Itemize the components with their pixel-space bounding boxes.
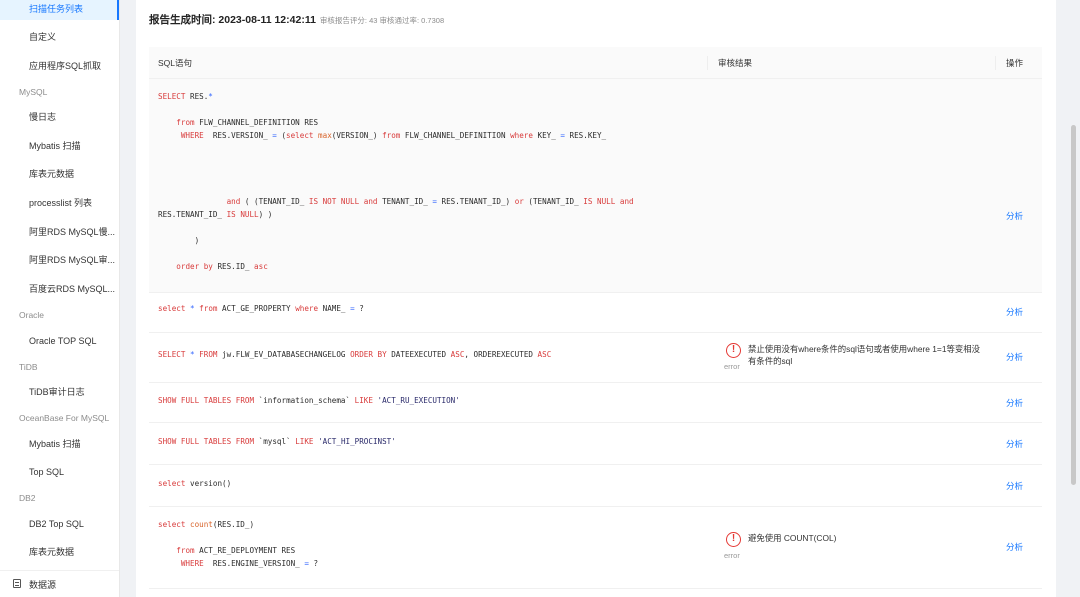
- sidebar-item[interactable]: 阿里RDS MySQL审...: [29, 254, 115, 266]
- audit-table: SQL语句 审核结果 操作 SELECT RES.* from FLW_CHAN…: [149, 47, 1042, 589]
- table-row: select count(RES.ID_) from ACT_RE_DEPLOY…: [149, 507, 1042, 589]
- analyze-link[interactable]: 分析: [1006, 481, 1023, 492]
- table-header: SQL语句 审核结果 操作: [149, 47, 1042, 79]
- analyze-link[interactable]: 分析: [1006, 211, 1023, 222]
- table-row: SELECT RES.* from FLW_CHANNEL_DEFINITION…: [149, 79, 1042, 293]
- sidebar-group-label: DB2: [19, 493, 36, 503]
- error-message: 禁止使用没有where条件的sql语句或者使用where 1=1等变相没有条件的…: [748, 344, 980, 366]
- sidebar-item[interactable]: 库表元数据: [29, 168, 74, 180]
- sql-statement: SELECT RES.* from FLW_CHANNEL_DEFINITION…: [158, 92, 634, 272]
- analyze-link[interactable]: 分析: [1006, 398, 1023, 409]
- sidebar-item[interactable]: Oracle TOP SQL: [29, 335, 97, 347]
- table-row: SELECT * FROM jw.FLW_EV_DATABASECHANGELO…: [149, 333, 1042, 383]
- report-header: 报告生成时间: 2023-08-11 12:42:11 审核报告评分: 43 审核…: [149, 10, 444, 28]
- sidebar-group-label: MySQL: [19, 87, 48, 97]
- sidebar-item-datasource[interactable]: 数据源: [0, 570, 119, 597]
- sql-statement: SHOW FULL TABLES FROM `mysql` LIKE 'ACT_…: [158, 437, 396, 446]
- database-icon: [13, 579, 21, 588]
- error-message: 避免使用 COUNT(COL): [748, 533, 837, 543]
- column-divider: [707, 56, 708, 70]
- column-header-result: 审核结果: [718, 58, 753, 68]
- sidebar-item[interactable]: Mybatis 扫描: [29, 140, 81, 152]
- error-level-label: error: [724, 551, 740, 560]
- sql-statement: SELECT * FROM jw.FLW_EV_DATABASECHANGELO…: [158, 350, 552, 359]
- analyze-link[interactable]: 分析: [1006, 542, 1023, 553]
- scrollbar-thumb[interactable]: [1071, 125, 1076, 485]
- error-exclamation-icon: !: [726, 532, 741, 547]
- sidebar-item[interactable]: 应用程序SQL抓取: [29, 60, 101, 72]
- sidebar-item[interactable]: Mybatis 扫描: [29, 438, 81, 450]
- sidebar-item[interactable]: TiDB审计日志: [29, 386, 85, 398]
- sidebar-item[interactable]: processlist 列表: [29, 197, 92, 209]
- sidebar-item[interactable]: 阿里RDS MySQL慢...: [29, 226, 115, 238]
- sql-statement: SHOW FULL TABLES FROM `information_schem…: [158, 396, 460, 405]
- sidebar-group-label: OceanBase For MySQL: [19, 413, 110, 423]
- column-divider: [995, 56, 996, 70]
- sql-statement: select version(): [158, 479, 232, 488]
- sidebar-item[interactable]: 慢日志: [29, 111, 56, 123]
- analyze-link[interactable]: 分析: [1006, 352, 1023, 363]
- sidebar-item[interactable]: Top SQL: [29, 466, 64, 478]
- sidebar-item[interactable]: 自定义: [29, 31, 56, 43]
- sidebar-item[interactable]: 库表元数据: [29, 546, 74, 558]
- error-level-label: error: [724, 362, 740, 371]
- sql-statement: select count(RES.ID_) from ACT_RE_DEPLOY…: [158, 520, 319, 569]
- sql-statement: select * from ACT_GE_PROPERTY where NAME…: [158, 304, 364, 313]
- analyze-link[interactable]: 分析: [1006, 439, 1023, 450]
- error-exclamation-icon: !: [726, 343, 741, 358]
- table-row: select * from ACT_GE_PROPERTY where NAME…: [149, 293, 1042, 333]
- sidebar-item-label: 数据源: [29, 580, 57, 590]
- sidebar-item[interactable]: 扫描任务列表: [29, 3, 83, 15]
- table-row: SHOW FULL TABLES FROM `mysql` LIKE 'ACT_…: [149, 423, 1042, 465]
- sidebar-group-label: TiDB: [19, 362, 38, 372]
- table-row: select version() 分析: [149, 465, 1042, 507]
- column-header-sql: SQL语句: [158, 58, 193, 68]
- sidebar-item[interactable]: DB2 Top SQL: [29, 518, 84, 530]
- report-meta: 审核报告评分: 43 审核通过率: 0.7308: [319, 16, 445, 25]
- table-row: SHOW FULL TABLES FROM `information_schem…: [149, 383, 1042, 423]
- report-title: 报告生成时间: 2023-08-11 12:42:11: [149, 14, 316, 26]
- sidebar-item[interactable]: 百度云RDS MySQL...: [29, 283, 115, 295]
- sidebar-nav: 扫描任务列表 自定义应用程序SQL抓取 MySQL 慢日志 Mybatis 扫描 库表元数…: [0, 0, 120, 597]
- report-panel: 报告生成时间: 2023-08-11 12:42:11 审核报告评分: 43 审核…: [136, 0, 1056, 597]
- analyze-link[interactable]: 分析: [1006, 307, 1023, 318]
- column-header-action: 操作: [1006, 58, 1024, 68]
- sidebar-group-label: Oracle: [19, 310, 45, 320]
